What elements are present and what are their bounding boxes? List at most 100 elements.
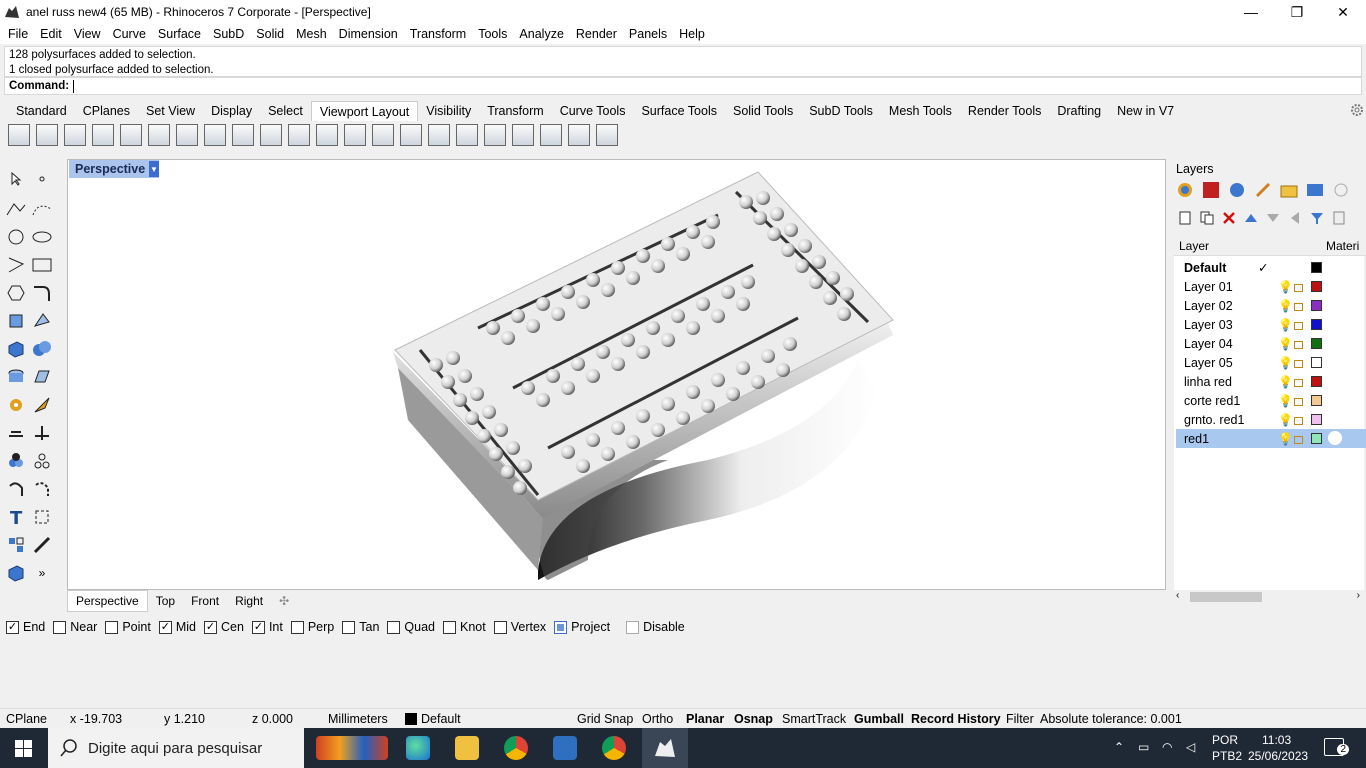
volume-icon[interactable]: ◁ <box>1186 740 1195 754</box>
tab-drafting[interactable]: Drafting <box>1049 101 1109 121</box>
unlock-icon[interactable] <box>1294 379 1303 387</box>
lightbulb-icon[interactable]: 💡 <box>1278 394 1293 408</box>
layout-ruler-icon[interactable] <box>456 124 478 146</box>
unlock-icon[interactable] <box>1294 341 1303 349</box>
mesh-grid-icon[interactable] <box>288 124 310 146</box>
layout-grid-icon[interactable] <box>4 534 28 556</box>
osnap-quad[interactable]: Quad <box>387 620 435 634</box>
osnap-near[interactable]: Near <box>53 620 97 634</box>
tab-display[interactable]: Display <box>203 101 260 121</box>
tab-select[interactable]: Select <box>260 101 311 121</box>
unlock-icon[interactable] <box>1294 284 1303 292</box>
unlock-icon[interactable] <box>1294 322 1303 330</box>
scrollbar-thumb[interactable] <box>1190 592 1262 602</box>
layer-color-swatch[interactable] <box>1311 262 1322 273</box>
text-tool-icon[interactable]: T <box>4 506 28 528</box>
osnap-tan[interactable]: Tan <box>342 620 379 634</box>
menu-subd[interactable]: SubD <box>207 27 250 41</box>
keyboard-layout[interactable]: PTB2 <box>1212 749 1242 763</box>
surface-corners-icon[interactable] <box>4 310 28 332</box>
planar-toggle[interactable]: Planar <box>686 712 724 726</box>
fillet-curve-icon[interactable] <box>30 282 54 304</box>
material-sphere-icon[interactable] <box>1328 431 1342 445</box>
grid-icon[interactable] <box>204 124 226 146</box>
new-sublayer-icon[interactable] <box>1200 211 1214 225</box>
render-tools-icon[interactable] <box>4 394 28 416</box>
layer-color-swatch[interactable] <box>1311 281 1322 292</box>
tab-set-view[interactable]: Set View <box>138 101 203 121</box>
menu-tools[interactable]: Tools <box>472 27 513 41</box>
layer-color-swatch[interactable] <box>1311 376 1322 387</box>
input-language[interactable]: POR <box>1212 733 1238 747</box>
add-viewport-icon[interactable]: ✣ <box>271 591 297 611</box>
image-icon[interactable] <box>344 124 366 146</box>
layer-row[interactable]: Layer 03 💡 <box>1176 315 1366 334</box>
split-vertical-icon[interactable] <box>176 124 198 146</box>
menu-curve[interactable]: Curve <box>107 27 152 41</box>
menu-dimension[interactable]: Dimension <box>333 27 404 41</box>
more-tools-icon[interactable]: » <box>30 562 54 584</box>
menu-view[interactable]: View <box>68 27 107 41</box>
measure-icon[interactable] <box>30 534 54 556</box>
lightbulb-icon[interactable]: 💡 <box>1278 299 1293 313</box>
options-tab-icon[interactable] <box>1332 181 1350 199</box>
tab-cplanes[interactable]: CPlanes <box>75 101 138 121</box>
page-icon[interactable] <box>1332 211 1346 225</box>
record-history-toggle[interactable]: Record History <box>911 712 1001 726</box>
horizontal-scrollbar[interactable]: ‹ › <box>1174 590 1364 604</box>
gumball-toggle[interactable]: Gumball <box>854 712 904 726</box>
lens-icon[interactable] <box>316 124 338 146</box>
polyline-icon[interactable] <box>4 198 28 220</box>
cplane-label[interactable]: CPlane <box>6 712 47 726</box>
layer-color-swatch[interactable] <box>1311 319 1322 330</box>
grid-snap-toggle[interactable]: Grid Snap <box>577 712 633 726</box>
menu-mesh[interactable]: Mesh <box>290 27 333 41</box>
layer-color-swatch[interactable] <box>405 713 417 725</box>
maximize-viewport-icon[interactable] <box>64 124 86 146</box>
ellipse-icon[interactable] <box>30 226 54 248</box>
chrome-icon[interactable] <box>504 736 528 760</box>
osnap-disable[interactable]: Disable <box>626 620 685 634</box>
box-solid-icon[interactable] <box>4 338 28 360</box>
zoom-icon[interactable] <box>260 124 282 146</box>
tab-new-in-v7[interactable]: New in V7 <box>1109 101 1182 121</box>
osnap-cen[interactable]: ✓ Cen <box>204 620 244 634</box>
properties-tab-icon[interactable] <box>1176 181 1194 199</box>
lightbulb-icon[interactable]: 💡 <box>1278 356 1293 370</box>
units-label[interactable]: Millimeters <box>328 712 388 726</box>
layer-row[interactable]: Layer 01 💡 <box>1176 277 1366 296</box>
polygon-icon[interactable] <box>4 282 28 304</box>
layers-tab-icon[interactable] <box>1202 181 1220 199</box>
lightbulb-icon[interactable]: 💡 <box>1278 413 1293 427</box>
osnap-int[interactable]: ✓ Int <box>251 620 283 634</box>
osnap-toggle[interactable]: Osnap <box>734 712 773 726</box>
layer-color-swatch[interactable] <box>1311 414 1322 425</box>
lightbulb-icon[interactable]: 💡 <box>1278 280 1293 294</box>
restore-button[interactable]: ❐ <box>1274 0 1320 24</box>
lightbulb-icon[interactable]: 💡 <box>1278 337 1293 351</box>
file-explorer-icon[interactable] <box>455 736 479 760</box>
edge-browser-icon[interactable] <box>406 736 430 760</box>
new-viewport-icon[interactable] <box>92 124 114 146</box>
smarttrack-toggle[interactable]: SmartTrack <box>782 712 846 726</box>
layer-row-selected[interactable]: red1 💡 <box>1176 429 1366 448</box>
layer-row[interactable]: Layer 04 💡 <box>1176 334 1366 353</box>
taskbar-search-box[interactable]: Digite aqui para pesquisar <box>48 728 304 768</box>
copy-tool-icon[interactable] <box>30 422 54 444</box>
lightbulb-icon[interactable]: 💡 <box>1278 375 1293 389</box>
mesh-surface-icon[interactable] <box>30 366 54 388</box>
four-viewports-icon[interactable] <box>8 124 30 146</box>
news-widget-icon[interactable] <box>316 736 388 760</box>
vp-tab-front[interactable]: Front <box>183 591 227 611</box>
clock-date[interactable]: 25/06/2023 <box>1248 749 1308 763</box>
cylinder-mesh-icon[interactable] <box>4 366 28 388</box>
block-icon[interactable] <box>4 562 28 584</box>
tab-surface-tools[interactable]: Surface Tools <box>633 101 725 121</box>
notifications-icon[interactable]: 2 <box>1324 738 1349 756</box>
text-box-icon[interactable] <box>568 124 590 146</box>
menu-surface[interactable]: Surface <box>152 27 207 41</box>
layer-row[interactable]: Layer 02 💡 <box>1176 296 1366 315</box>
chevron-down-icon[interactable]: ▼ <box>149 161 159 177</box>
menu-render[interactable]: Render <box>570 27 623 41</box>
rectangle-icon[interactable] <box>30 254 54 276</box>
